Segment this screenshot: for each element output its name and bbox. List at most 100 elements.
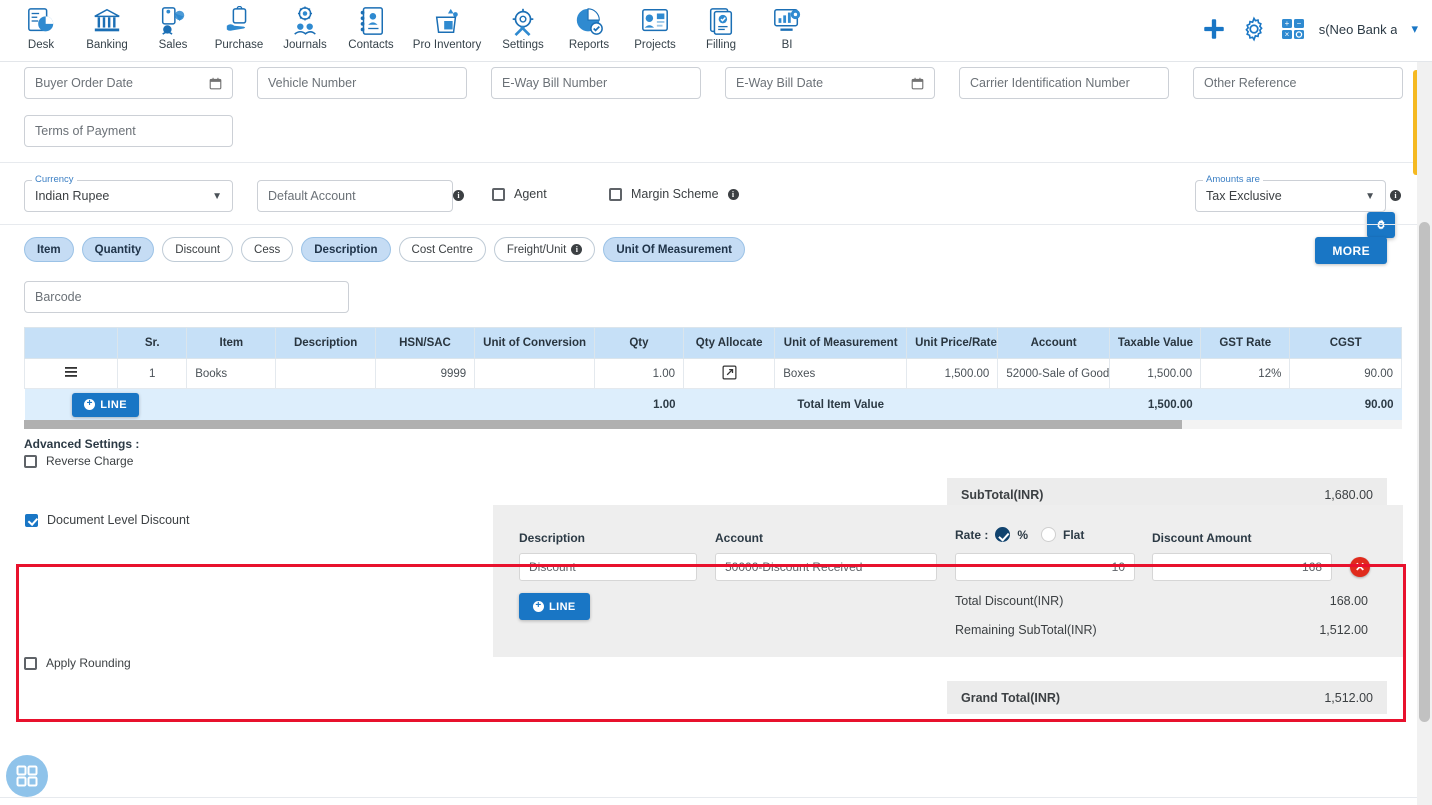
external-link-icon[interactable] (722, 365, 737, 380)
document-level-discount-checkbox[interactable] (25, 513, 38, 527)
user-account-label[interactable]: s(Neo Bank a (1319, 22, 1398, 37)
apply-rounding-checkbox[interactable] (24, 656, 37, 670)
nav-item-bi[interactable]: BI (754, 0, 820, 51)
nav-item-sales[interactable]: Sales (140, 0, 206, 51)
pill-description[interactable]: Description (301, 237, 391, 262)
discount-amount-value: 168 (1301, 560, 1322, 574)
agent-checkbox[interactable] (492, 187, 505, 201)
calendar-icon[interactable] (209, 77, 222, 90)
nav-item-filling[interactable]: Filling (688, 0, 754, 51)
th-sr[interactable]: Sr. (117, 327, 188, 359)
nav-item-settings[interactable]: Settings (490, 0, 556, 51)
pill-quantity[interactable]: Quantity (81, 237, 155, 262)
calculator-icon[interactable]: + − × (1281, 18, 1305, 40)
terms-of-payment-field[interactable]: Terms of Payment (24, 115, 233, 147)
agent-checkbox-group[interactable]: Agent (492, 187, 547, 201)
discount-amount-input[interactable]: 168 (1152, 553, 1332, 581)
bank-details-section: Bank Details i Select Bank ICICI Bank Lt… (0, 797, 1417, 805)
margin-scheme-info-icon[interactable]: i (727, 188, 739, 200)
pill-freight-per-unit[interactable]: Freight/Unit i (493, 237, 596, 262)
table-row[interactable]: 1 Books 9999 1.00 Boxes 1,500.00 52000-S… (23, 358, 1402, 389)
nav-item-banking[interactable]: Banking (74, 0, 140, 51)
default-account-field[interactable]: Default Account (257, 180, 453, 212)
pill-cost-centre[interactable]: Cost Centre (398, 237, 486, 262)
th-account[interactable]: Account (997, 327, 1110, 359)
row-drag-handle[interactable] (23, 358, 119, 389)
cell-unit-of-measurement[interactable]: Boxes (774, 358, 908, 389)
more-button[interactable]: MORE (1315, 237, 1387, 264)
plus-icon[interactable] (1201, 16, 1227, 42)
apps-launcher-button[interactable] (6, 755, 48, 797)
calendar-icon[interactable] (911, 77, 924, 90)
th-cgst[interactable]: CGST (1289, 327, 1402, 359)
th-unit-of-conversion[interactable]: Unit of Conversion (474, 327, 595, 359)
cell-description[interactable] (275, 358, 376, 389)
grid-settings-button[interactable] (1367, 212, 1395, 238)
th-unit-of-measurement[interactable]: Unit of Measurement (774, 327, 908, 359)
cell-qty-allocate[interactable] (683, 358, 776, 389)
default-account-info-icon[interactable]: i (453, 190, 464, 201)
add-line-button[interactable]: + LINE (72, 392, 139, 417)
th-unit-price-rate[interactable]: Unit Price/Rate (906, 327, 999, 359)
nav-item-journals[interactable]: Journals (272, 0, 338, 51)
th-handle[interactable] (23, 327, 119, 359)
eway-bill-date-field[interactable]: E-Way Bill Date (725, 67, 935, 99)
discount-account-input[interactable]: 50000-Discount Received (715, 553, 937, 581)
carrier-identification-number-field[interactable]: Carrier Identification Number (959, 67, 1169, 99)
discount-description-input[interactable]: Discount (519, 553, 697, 581)
rate-percent-radio[interactable] (995, 527, 1011, 542)
apply-rounding-checkbox-group[interactable]: Apply Rounding (24, 656, 131, 670)
cell-unit-price-rate[interactable]: 1,500.00 (906, 358, 999, 389)
page-vertical-scrollbar[interactable] (1417, 62, 1432, 805)
cell-account[interactable]: 52000-Sale of Goods (997, 358, 1110, 389)
reverse-charge-checkbox[interactable] (24, 454, 37, 468)
cell-gst-rate[interactable]: 12% (1200, 358, 1291, 389)
th-description[interactable]: Description (275, 327, 376, 359)
pill-item[interactable]: Item (24, 237, 74, 262)
total-discount-label: Total Discount(INR) (955, 594, 1064, 608)
vehicle-number-field[interactable]: Vehicle Number (257, 67, 467, 99)
th-gst-rate[interactable]: GST Rate (1200, 327, 1291, 359)
th-hsn-sac[interactable]: HSN/SAC (374, 327, 476, 359)
nav-item-contacts[interactable]: Contacts (338, 0, 404, 51)
scrollbar-thumb[interactable] (24, 420, 1182, 429)
th-qty[interactable]: Qty (593, 327, 685, 359)
scrollbar-thumb[interactable] (1419, 222, 1430, 722)
chevron-down-icon: ▼ (212, 190, 222, 202)
amounts-are-info-icon[interactable]: i (1390, 190, 1401, 201)
eway-bill-number-field[interactable]: E-Way Bill Number (491, 67, 701, 99)
freight-info-icon[interactable]: i (571, 244, 583, 255)
add-discount-line-button[interactable]: + LINE (519, 593, 590, 620)
table-horizontal-scrollbar[interactable] (24, 420, 1402, 429)
delete-discount-line-button[interactable]: ✕ (1350, 557, 1370, 577)
pill-unit-of-measurement[interactable]: Unit Of Measurement (603, 237, 745, 262)
margin-scheme-checkbox[interactable] (609, 187, 622, 201)
pill-label: Item (37, 243, 61, 256)
bi-icon (774, 9, 801, 31)
rate-flat-radio[interactable] (1041, 527, 1057, 542)
document-level-discount-toggle[interactable]: Document Level Discount (25, 513, 189, 527)
cell-qty[interactable]: 1.00 (593, 358, 685, 389)
other-reference-field[interactable]: Other Reference (1193, 67, 1403, 99)
nav-item-purchase[interactable]: Purchase (206, 0, 272, 51)
cell-hsn-sac[interactable]: 9999 (374, 358, 476, 389)
reverse-charge-checkbox-group[interactable]: Reverse Charge (24, 454, 133, 468)
th-taxable-value[interactable]: Taxable Value (1108, 327, 1202, 359)
gear-icon[interactable] (1241, 16, 1267, 42)
cell-unit-of-conversion[interactable] (474, 358, 595, 389)
nav-item-desk[interactable]: Desk (8, 0, 74, 51)
pill-label: Freight/Unit (506, 243, 567, 256)
discount-rate-input[interactable]: 10 (955, 553, 1135, 581)
margin-scheme-checkbox-group[interactable]: Margin Scheme i (609, 187, 739, 201)
cell-item[interactable]: Books (186, 358, 277, 389)
chevron-down-icon[interactable]: ▾ (1411, 21, 1418, 37)
th-qty-allocate[interactable]: Qty Allocate (683, 327, 776, 359)
nav-item-pro-inventory[interactable]: Pro Inventory (404, 0, 490, 51)
pill-cess[interactable]: Cess (241, 237, 294, 262)
buyer-order-date-field[interactable]: Buyer Order Date (24, 67, 233, 99)
pill-discount[interactable]: Discount (162, 237, 234, 262)
nav-item-reports[interactable]: Reports (556, 0, 622, 51)
barcode-field[interactable]: Barcode (24, 281, 349, 313)
th-item[interactable]: Item (186, 327, 277, 359)
nav-item-projects[interactable]: Projects (622, 0, 688, 51)
